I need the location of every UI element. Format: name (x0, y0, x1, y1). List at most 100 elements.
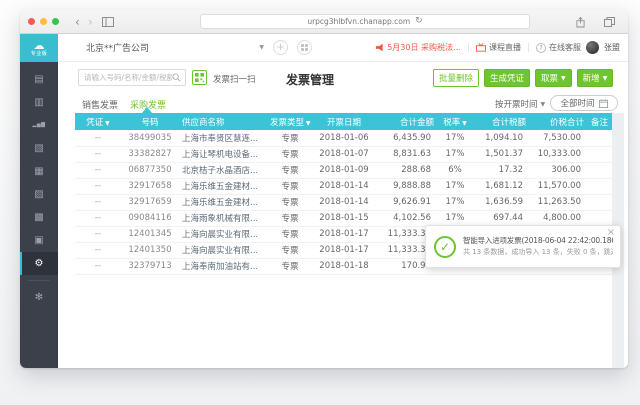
promo-link[interactable]: 5月30日 采购税法… (375, 42, 461, 53)
cell-invoice_date: 2018-01-17 (313, 242, 375, 258)
column-header-invoice_type[interactable]: 发票类型 ▼ (267, 113, 313, 130)
reload-icon[interactable]: ↻ (415, 17, 423, 26)
browser-toolbar: ‹ › urpcg3hlbfvn.chanapp.com ↻ (20, 10, 628, 34)
cell-total_with_tax: 306.00 (529, 162, 587, 178)
table-header-row: 凭证 ▼号码供应商名称发票类型 ▼开票日期合计金额税率 ▼合计税额价税合计备注 (75, 113, 612, 130)
cell-tax_amount: 1,681.12 (473, 178, 529, 194)
chevron-down-icon: ▼ (259, 44, 264, 51)
divider (528, 43, 529, 52)
cell-number: 12401350 (121, 242, 179, 258)
sidebar: ▤▥ ▂▅▇ ▧ ▦ ▨ ▩ ▣ ⚙ ✻ (20, 62, 58, 368)
cell-amount: 6,435.90 (375, 130, 437, 146)
sidebar-item-reports[interactable]: ▂▅▇ (20, 114, 58, 137)
live-course-link[interactable]: 课程直播 (476, 42, 521, 53)
toast-body: 共 13 条数据，成功导入 13 条，失败 0 条，跳过 0 条 (463, 247, 613, 258)
cell-tax_rate: 17% (437, 130, 473, 146)
table-row[interactable]: --33382827上海让琴机电设备...专票2018-01-078,831.6… (75, 146, 612, 162)
cell-number: 32379713 (121, 258, 179, 274)
address-bar[interactable]: urpcg3hlbfvn.chanapp.com ↻ (200, 14, 530, 29)
cell-invoice_date: 2018-01-06 (313, 130, 375, 146)
printer-icon: ▩ (34, 213, 43, 223)
cell-amount: 9,888.88 (375, 178, 437, 194)
cell-voucher: -- (75, 242, 121, 258)
sidebar-item-ledger[interactable]: ▥ (20, 91, 58, 114)
share-icon[interactable] (576, 17, 585, 28)
cell-supplier: 上海乐维五金建材... (179, 194, 267, 210)
sidebar-item-print[interactable]: ▩ (20, 206, 58, 229)
cell-invoice_type: 专票 (267, 162, 313, 178)
column-header-voucher[interactable]: 凭证 ▼ (75, 113, 121, 130)
doc-search-icon: ▣ (34, 236, 43, 246)
sidebar-item-salary[interactable]: ▨ (20, 183, 58, 206)
sort-by-label: 按开票时间 (495, 98, 538, 110)
search-input[interactable] (79, 73, 172, 82)
table-row[interactable]: --32917659上海乐维五金建材...专票2018-01-149,626.9… (75, 194, 612, 210)
sidebar-toggle-icon[interactable] (102, 17, 114, 27)
cell-tax_amount: 1,636.59 (473, 194, 529, 210)
live-label: 课程直播 (489, 42, 521, 53)
table-row[interactable]: --06877350北京桔子水晶酒店...专票2018-01-09288.686… (75, 162, 612, 178)
cell-invoice_type: 专票 (267, 242, 313, 258)
sidebar-item-checkout[interactable]: ▦ (20, 160, 58, 183)
close-window-button[interactable] (28, 18, 35, 25)
date-range-button[interactable]: 全部时间 (550, 95, 618, 111)
cell-total_with_tax: 7,530.00 (529, 130, 587, 146)
sidebar-item-voucher[interactable]: ▤ (20, 68, 58, 91)
cell-number: 38499035 (121, 130, 179, 146)
cell-tax_amount: 1,501.37 (473, 146, 529, 162)
cell-voucher: -- (75, 258, 121, 274)
column-header-tax_rate[interactable]: 税率 ▼ (437, 113, 473, 130)
cell-note (587, 210, 612, 226)
add-new-button[interactable]: 新增▼ (577, 69, 614, 87)
generate-voucher-button[interactable]: 生成凭证 (484, 69, 530, 87)
cell-invoice_date: 2018-01-15 (313, 210, 375, 226)
avatar[interactable] (586, 41, 599, 54)
online-support-link[interactable]: ? 在线客服 (536, 42, 581, 53)
app-header: 北京**广告公司 ▼ + 5月30日 采购税法… 课程直播 ? 在线客服 张盟 (58, 34, 628, 62)
cell-amount: 288.68 (375, 162, 437, 178)
shirt-icon: ▨ (34, 190, 43, 200)
back-button[interactable]: ‹ (75, 16, 80, 28)
sort-by-dropdown[interactable]: 按开票时间 ▼ (495, 98, 545, 110)
action-buttons: 批量删除 生成凭证 取票▼ 新增▼ (433, 69, 613, 87)
column-header-tax_amount: 合计税额 (473, 113, 529, 130)
cloud-icon: ☁ (34, 40, 45, 51)
cell-tax_amount: 17.32 (473, 162, 529, 178)
sidebar-item-assets[interactable]: ▧ (20, 137, 58, 160)
sidebar-item-doc-search[interactable]: ▣ (20, 229, 58, 252)
zoom-window-button[interactable] (52, 18, 59, 25)
cell-supplier: 上海向晨实业有限... (179, 226, 267, 242)
cell-note (587, 130, 612, 146)
toast-texts: 智能导入进项发票(2018-06-04 22:42:00.186) 共 13 条… (463, 235, 613, 258)
sort-caret-icon: ▼ (460, 120, 467, 127)
bar-chart-icon: ▂▅▇ (32, 123, 45, 128)
table-row[interactable]: --32917658上海乐维五金建材...专票2018-01-149,888.8… (75, 178, 612, 194)
forward-button[interactable]: › (88, 16, 93, 28)
add-company-button[interactable]: + (273, 40, 288, 55)
search-icon[interactable] (172, 73, 185, 82)
table-row[interactable]: --09084116上海雨象机械有限...专票2018-01-154,102.5… (75, 210, 612, 226)
cell-invoice_type: 专票 (267, 210, 313, 226)
minimize-window-button[interactable] (40, 18, 47, 25)
column-header-total_with_tax: 价税合计 (529, 113, 587, 130)
batch-delete-button[interactable]: 批量删除 (433, 69, 479, 87)
tabs-overview-icon[interactable] (604, 17, 615, 27)
tab-sales-invoices[interactable]: 销售发票 (82, 98, 118, 111)
cell-number: 09084116 (121, 210, 179, 226)
calendar-icon: ▦ (34, 167, 43, 177)
sidebar-item-settings[interactable]: ⚙ (20, 252, 58, 275)
invoice-scan-button[interactable] (192, 70, 207, 85)
check-circle-icon: ✓ (434, 236, 456, 258)
close-icon[interactable]: × (607, 226, 615, 240)
company-selector[interactable]: 北京**广告公司 ▼ (86, 41, 264, 54)
sidebar-item-gift[interactable]: ✻ (20, 286, 58, 309)
fetch-invoice-button[interactable]: 取票▼ (535, 69, 572, 87)
apps-grid-button[interactable] (297, 40, 312, 55)
table-row[interactable]: --38499035上海市奉贤区慧连...专票2018-01-066,435.9… (75, 130, 612, 146)
cell-total_with_tax: 4,800.00 (529, 210, 587, 226)
chevron-down-icon: ▼ (561, 75, 566, 82)
gear-icon: ⚙ (35, 259, 44, 269)
user-name[interactable]: 张盟 (604, 42, 620, 53)
app-logo[interactable]: ☁ 专业版 (20, 34, 58, 62)
cell-invoice_date: 2018-01-17 (313, 226, 375, 242)
